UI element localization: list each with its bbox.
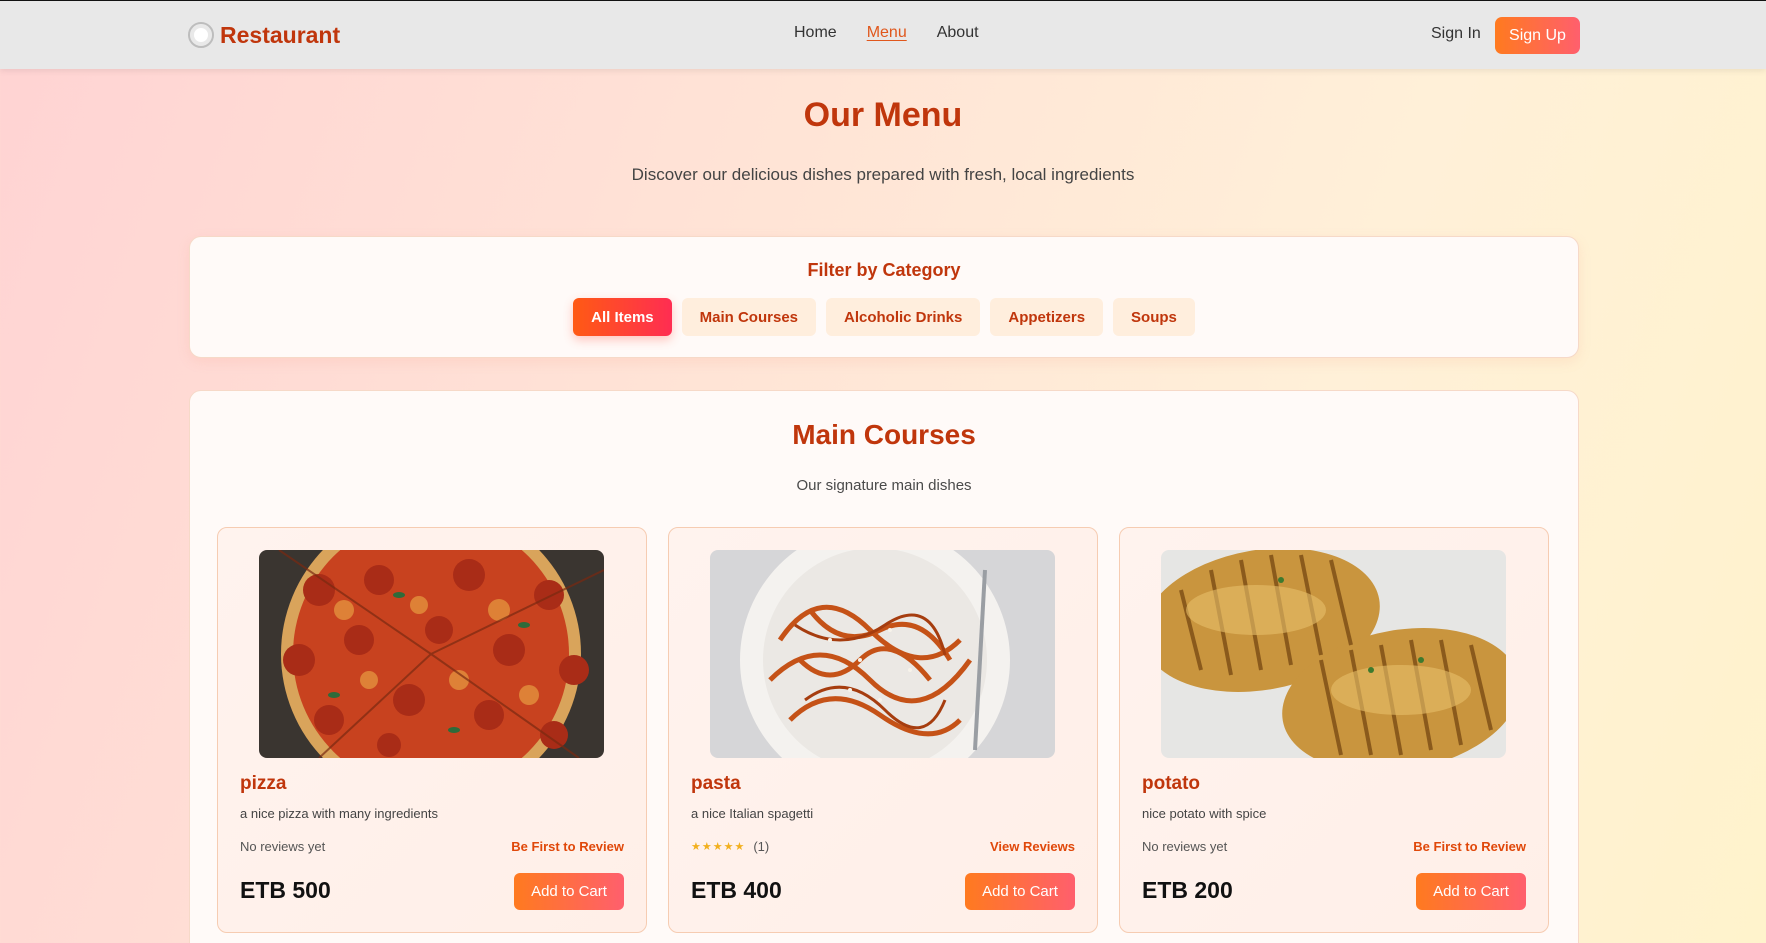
plate-icon (188, 22, 214, 48)
add-to-cart-button[interactable]: Add to Cart (1416, 873, 1526, 910)
nav-link-about[interactable]: About (937, 24, 979, 42)
top-navbar: Restaurant Home Menu About Sign In Sign … (0, 0, 1766, 69)
main-courses-section: Main Courses Our signature main dishes p… (189, 390, 1579, 943)
dish-price: ETB 500 (240, 877, 331, 903)
page-subtitle: Discover our delicious dishes prepared w… (631, 165, 1135, 184)
sign-up-button[interactable]: Sign Up (1495, 17, 1580, 54)
dish-name: pasta (691, 773, 741, 794)
brand-name: Restaurant (220, 21, 341, 48)
dish-description: a nice pizza with many ingredients (240, 806, 438, 821)
star-rating-icon: ★★★★★ (691, 841, 746, 853)
dish-description: nice potato with spice (1142, 806, 1267, 821)
dish-name: potato (1142, 773, 1201, 794)
main-nav: Home Menu About (794, 24, 979, 42)
review-link[interactable]: Be First to Review (1413, 839, 1526, 854)
dish-price: ETB 200 (1142, 877, 1233, 903)
chip-alcoholic-drinks[interactable]: Alcoholic Drinks (826, 298, 981, 336)
dish-card-pizza: pizza a nice pizza with many ingredients… (217, 527, 647, 933)
view-reviews-link[interactable]: View Reviews (990, 839, 1075, 854)
pizza-photo (259, 550, 604, 758)
dish-rating: No reviews yet (240, 839, 325, 854)
rating-text: No reviews yet (240, 839, 326, 854)
sign-in-link[interactable]: Sign In (1431, 25, 1481, 43)
nav-link-menu[interactable]: Menu (867, 24, 907, 42)
chip-soups[interactable]: Soups (1113, 298, 1195, 336)
add-to-cart-button[interactable]: Add to Cart (514, 873, 624, 910)
chip-appetizers[interactable]: Appetizers (990, 298, 1104, 336)
category-chip-group: All Items Main Courses Alcoholic Drinks … (190, 298, 1578, 336)
section-title: Main Courses (792, 419, 976, 450)
chip-main-courses[interactable]: Main Courses (681, 298, 816, 336)
dish-rating: ★★★★★ (1) (691, 839, 769, 854)
pasta-photo (710, 550, 1055, 758)
nav-link-home[interactable]: Home (794, 24, 837, 42)
dish-card-potato: potato nice potato with spice No reviews… (1119, 527, 1549, 933)
dish-name: pizza (240, 773, 287, 794)
pizza-image-svg (259, 550, 604, 758)
pasta-image-svg (710, 550, 1055, 758)
dish-price: ETB 400 (691, 877, 782, 903)
category-filter-card: Filter by Category All Items Main Course… (189, 236, 1579, 358)
section-subtitle: Our signature main dishes (796, 477, 972, 494)
review-link[interactable]: Be First to Review (511, 839, 624, 854)
dish-description: a nice Italian spagetti (691, 806, 814, 821)
chip-all-items[interactable]: All Items (573, 298, 672, 336)
dish-rating: No reviews yet (1142, 839, 1227, 854)
potato-image-svg (1161, 550, 1506, 758)
page-title: Our Menu (803, 96, 963, 134)
brand-logo[interactable]: Restaurant (188, 19, 340, 51)
filter-title: Filter by Category (807, 260, 961, 280)
potato-photo (1161, 550, 1506, 758)
review-count: (1) (753, 839, 770, 854)
add-to-cart-button[interactable]: Add to Cart (965, 873, 1075, 910)
dish-card-pasta: pasta a nice Italian spagetti ★★★★★ (1) … (668, 527, 1098, 933)
rating-text: No reviews yet (1142, 839, 1228, 854)
